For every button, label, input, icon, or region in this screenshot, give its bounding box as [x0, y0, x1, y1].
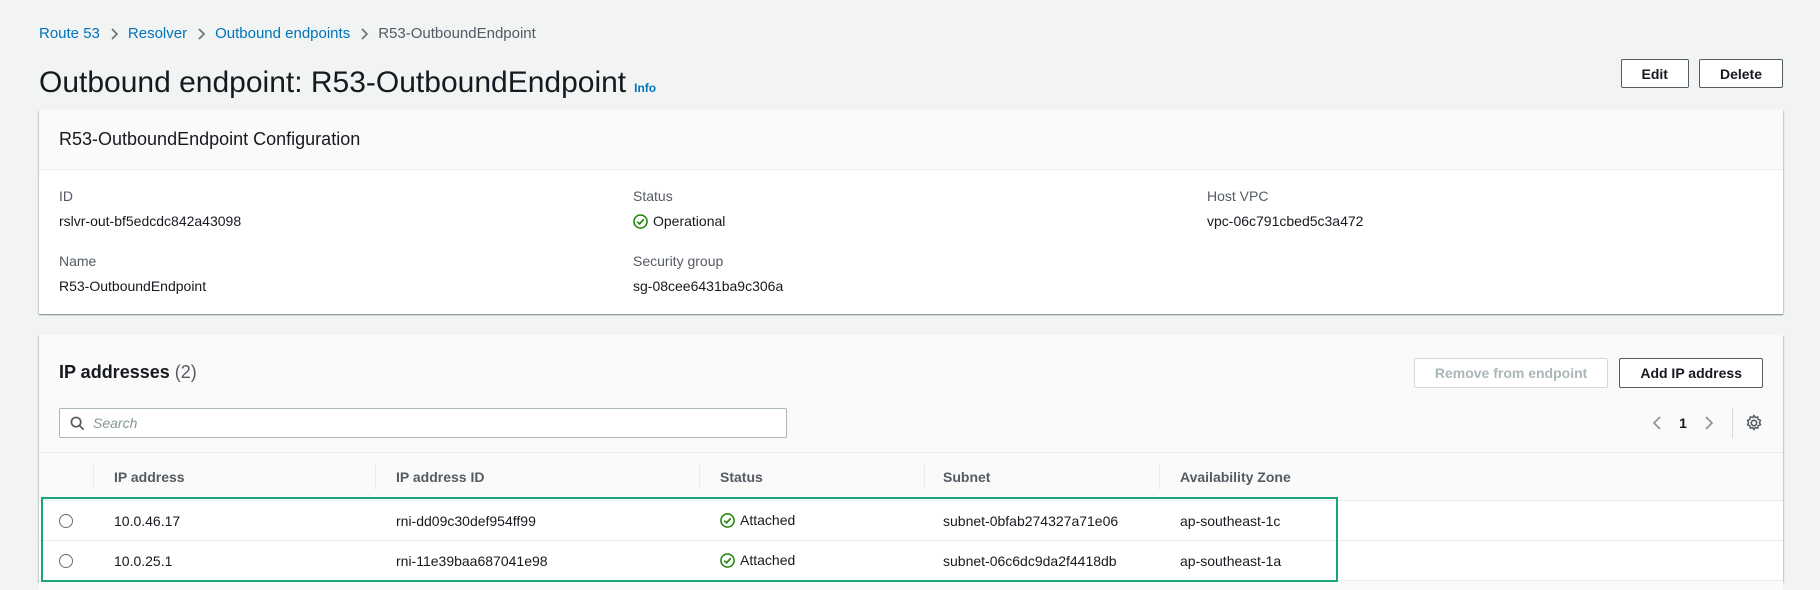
configuration-panel-header: R53-OutboundEndpoint Configuration	[39, 110, 1783, 170]
chevron-right-icon	[100, 25, 128, 42]
security-group-value: sg-08cee6431ba9c306a	[633, 278, 784, 294]
ip-address-link[interactable]: 10.0.46.17	[114, 513, 180, 529]
ip-addresses-title: IP addresses (2)	[59, 362, 197, 383]
search-box	[59, 408, 787, 438]
check-circle-icon	[720, 552, 740, 568]
subnet-value: subnet-06c6dc9da2f4418db	[943, 553, 1117, 569]
chevron-right-icon	[350, 25, 378, 42]
edit-button[interactable]: Edit	[1620, 59, 1689, 88]
row-select-radio[interactable]	[59, 554, 73, 568]
id-value: rslvr-out-bf5edcdc842a43098	[59, 213, 242, 229]
page-header: Outbound endpoint: R53-OutboundEndpoint …	[39, 66, 656, 100]
name-label: Name	[59, 253, 97, 269]
host-vpc-label: Host VPC	[1207, 188, 1269, 204]
column-header-status[interactable]: Status	[720, 469, 763, 485]
delete-button[interactable]: Delete	[1698, 59, 1783, 88]
ip-addresses-panel-header: IP addresses (2) Remove from endpoint Ad…	[39, 335, 1783, 590]
host-vpc-value: vpc-06c791cbed5c3a472	[1207, 213, 1364, 229]
check-circle-icon	[633, 213, 653, 229]
subnet-value: subnet-0bfab274327a71e06	[943, 513, 1119, 529]
page-title: Outbound endpoint: R53-OutboundEndpoint	[39, 66, 627, 99]
breadcrumb-resolver[interactable]: Resolver	[128, 25, 187, 42]
column-header-availability-zone[interactable]: Availability Zone	[1180, 469, 1291, 485]
remove-from-endpoint-button[interactable]: Remove from endpoint	[1413, 358, 1609, 388]
column-divider	[375, 465, 376, 490]
ip-address-link[interactable]: 10.0.25.1	[114, 553, 172, 569]
status-label: Status	[633, 188, 673, 204]
security-group-label: Security group	[633, 253, 724, 269]
configuration-details: ID rslvr-out-bf5edcdc842a43098 Status Op…	[39, 170, 1783, 313]
breadcrumb: Route 53 Resolver Outbound endpoints R53…	[39, 25, 536, 42]
name-field: Name R53-OutboundEndpoint	[59, 253, 206, 294]
ip-addresses-title-text: IP addresses	[59, 362, 170, 382]
status-text: Operational	[653, 213, 726, 229]
column-divider	[924, 465, 925, 490]
ip-addresses-count: (2)	[174, 362, 197, 382]
security-group-field: Security group sg-08cee6431ba9c306a	[633, 253, 783, 294]
search-icon	[70, 416, 93, 431]
current-page-number[interactable]: 1	[1672, 415, 1694, 431]
previous-page-icon[interactable]	[1642, 408, 1672, 438]
row-status: Attached	[720, 552, 795, 568]
next-page-icon[interactable]	[1694, 408, 1724, 438]
host-vpc-field: Host VPC vpc-06c791cbed5c3a472	[1207, 188, 1363, 229]
ip-addresses-panel: IP addresses (2) Remove from endpoint Ad…	[39, 335, 1783, 590]
pagination-divider	[1732, 408, 1733, 438]
column-divider	[699, 465, 700, 490]
pagination: 1	[1642, 408, 1763, 438]
row-status-text: Attached	[740, 512, 796, 528]
breadcrumb-route53[interactable]: Route 53	[39, 25, 100, 42]
column-header-subnet[interactable]: Subnet	[943, 469, 990, 485]
column-divider	[93, 465, 94, 490]
ip-address-id: rni-dd09c30def954ff99	[396, 513, 536, 529]
table-row[interactable]: 10.0.25.1 rni-11e39baa687041e98 Attached…	[39, 541, 1783, 581]
row-status-text: Attached	[740, 552, 796, 568]
row-select-radio[interactable]	[59, 514, 73, 528]
chevron-right-icon	[187, 25, 215, 42]
availability-zone-value: ap-southeast-1a	[1180, 553, 1282, 569]
id-field: ID rslvr-out-bf5edcdc842a43098	[59, 188, 241, 229]
ip-address-id: rni-11e39baa687041e98	[396, 553, 548, 569]
id-label: ID	[59, 188, 73, 204]
column-divider	[1159, 465, 1160, 490]
status-field: Status Operational	[633, 188, 725, 234]
header-actions: Edit Delete	[1620, 59, 1783, 88]
status-value: Operational	[633, 213, 725, 229]
configuration-panel: R53-OutboundEndpoint Configuration ID rs…	[39, 110, 1783, 314]
ip-addresses-actions: Remove from endpoint Add IP address	[1413, 358, 1763, 388]
check-circle-icon	[720, 512, 740, 528]
breadcrumb-current: R53-OutboundEndpoint	[378, 25, 536, 42]
ip-addresses-table: IP address IP address ID Status Subnet A…	[39, 452, 1783, 581]
column-header-ip-address[interactable]: IP address	[114, 469, 185, 485]
table-body: 10.0.46.17 rni-dd09c30def954ff99 Attache…	[39, 501, 1783, 581]
search-input[interactable]	[93, 415, 743, 431]
gear-icon[interactable]	[1745, 414, 1763, 432]
name-value: R53-OutboundEndpoint	[59, 278, 207, 294]
availability-zone-value: ap-southeast-1c	[1180, 513, 1281, 529]
breadcrumb-outbound-endpoints[interactable]: Outbound endpoints	[215, 25, 350, 42]
table-header: IP address IP address ID Status Subnet A…	[39, 452, 1783, 501]
row-status: Attached	[720, 512, 795, 528]
column-header-ip-address-id[interactable]: IP address ID	[396, 469, 484, 485]
add-ip-address-button[interactable]: Add IP address	[1619, 358, 1763, 388]
configuration-title: R53-OutboundEndpoint Configuration	[59, 129, 361, 149]
table-row[interactable]: 10.0.46.17 rni-dd09c30def954ff99 Attache…	[39, 501, 1783, 541]
info-link[interactable]: Info	[634, 81, 656, 95]
